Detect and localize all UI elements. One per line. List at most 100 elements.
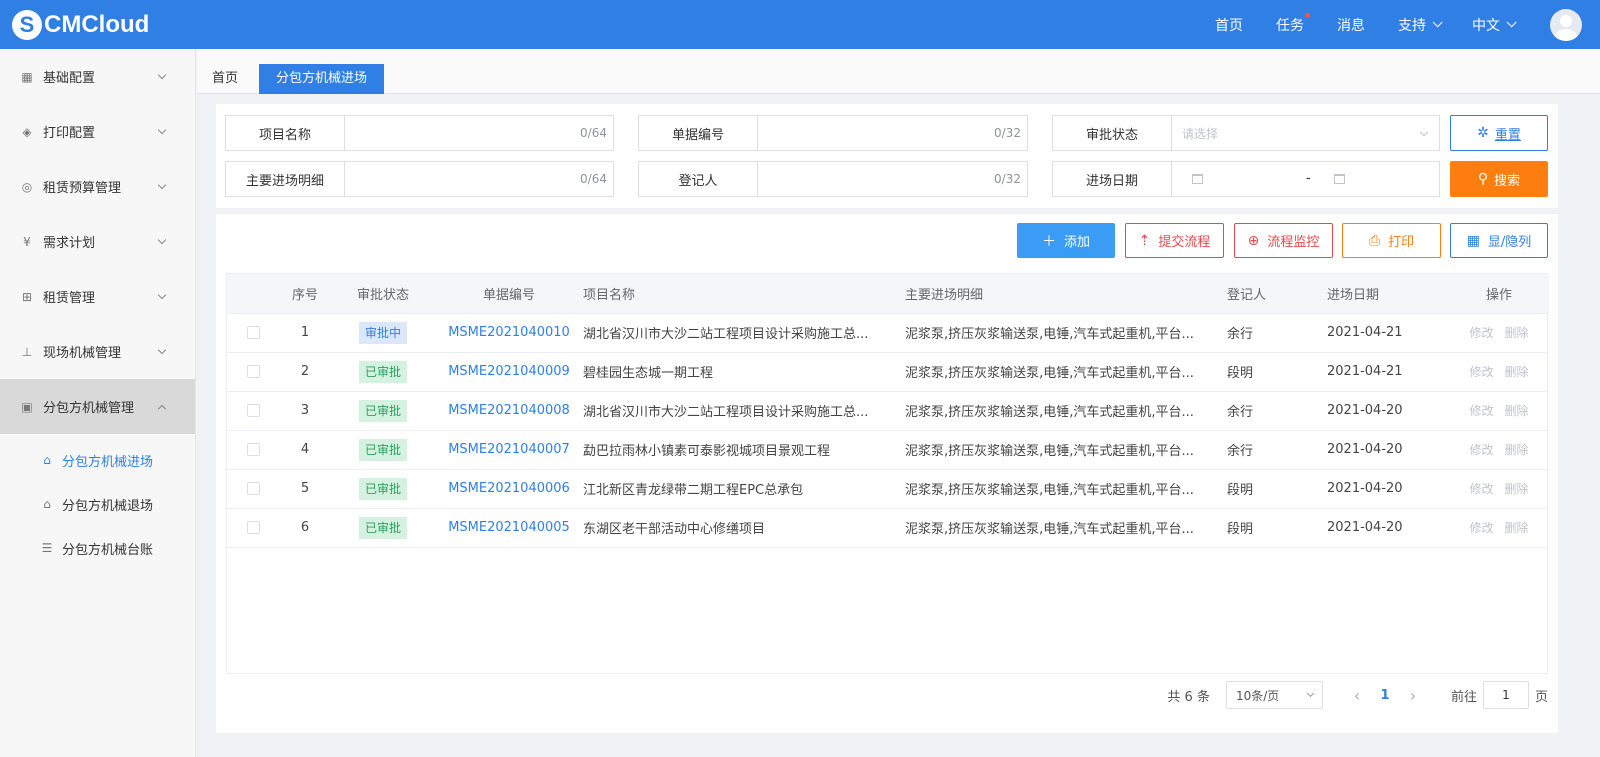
row-registrant: 余行: [1227, 391, 1327, 431]
nav-language[interactable]: 中文: [1472, 15, 1517, 35]
row-date: 2021-04-20: [1327, 430, 1449, 470]
table-row: 3 已审批 MSME2021040008 湖北省汉川市大沙二站工程项目设计采购施工总.…: [227, 391, 1549, 431]
table-row: 1 审批中 MSME2021040010 湖北省汉川市大沙二站工程项目设计采购施工总.…: [227, 313, 1549, 353]
header-detail: 主要进场明细: [905, 274, 1227, 314]
flow-monitor-button[interactable]: ⊕ 流程监控: [1234, 223, 1333, 258]
registrant-label: 登记人: [639, 162, 758, 196]
delete-button[interactable]: 删除: [1505, 404, 1529, 418]
sidebar-subitem-entry[interactable]: ⌂ 分包方机械进场: [0, 438, 195, 482]
doc-no-input[interactable]: 0/32: [758, 116, 1027, 150]
chevron-down-icon: [1506, 17, 1517, 28]
delete-button[interactable]: 删除: [1505, 521, 1529, 535]
tab-home[interactable]: 首页: [212, 64, 238, 94]
project-name-input[interactable]: 0/64: [345, 116, 613, 150]
nav-tasks[interactable]: 任务: [1276, 12, 1310, 35]
doc-no-link[interactable]: MSME2021040008: [448, 403, 570, 418]
delete-button[interactable]: 删除: [1505, 326, 1529, 340]
edit-button[interactable]: 修改: [1469, 365, 1493, 379]
total-count: 共 6 条: [1167, 689, 1210, 705]
submit-flow-button[interactable]: ⇡ 提交流程: [1125, 223, 1224, 258]
sidebar-item-label: 租赁预算管理: [43, 181, 122, 196]
row-checkbox[interactable]: [246, 443, 260, 456]
doc-no-link[interactable]: MSME2021040005: [448, 520, 570, 535]
row-checkbox[interactable]: [246, 404, 260, 417]
logo[interactable]: S CMCloud: [12, 9, 150, 40]
header-date: 进场日期: [1327, 274, 1449, 314]
header-select: [227, 274, 279, 314]
edit-button[interactable]: 修改: [1469, 482, 1493, 496]
logo-text: CMCloud: [44, 10, 150, 38]
doc-no-link[interactable]: MSME2021040009: [448, 364, 570, 379]
row-detail: 泥浆泵,挤压灰浆输送泵,电锤,汽车式起重机,平台...: [905, 313, 1227, 353]
row-checkbox[interactable]: [246, 521, 260, 534]
registrant-input[interactable]: 0/32: [758, 162, 1027, 196]
delete-button[interactable]: 删除: [1505, 482, 1529, 496]
sidebar-subitem-ledger[interactable]: ☰ 分包方机械台账: [0, 526, 195, 570]
sidebar: ▦ 基础配置 ◈ 打印配置 ◎ 租赁预算管理 ¥ 需求计划 ⊞ 租赁管理 ⊥ 现…: [0, 49, 196, 757]
edit-button[interactable]: 修改: [1469, 404, 1493, 418]
sidebar-item-lease-budget[interactable]: ◎ 租赁预算管理: [0, 159, 195, 214]
page-size-select[interactable]: 10条/页: [1225, 681, 1323, 709]
prev-page-button[interactable]: ‹: [1347, 686, 1367, 705]
avatar[interactable]: [1550, 8, 1582, 41]
sidebar-item-site-machinery[interactable]: ⊥ 现场机械管理: [0, 324, 195, 379]
row-doc-cell: MSME2021040008: [435, 391, 583, 431]
row-checkbox[interactable]: [246, 482, 260, 495]
tabs-bar: 首页 分包方机械进场: [197, 49, 1600, 94]
delete-button[interactable]: 删除: [1505, 443, 1529, 457]
row-checkbox-cell: [227, 508, 279, 548]
edit-button[interactable]: 修改: [1469, 326, 1493, 340]
toggle-columns-button[interactable]: ▦ 显/隐列: [1450, 223, 1548, 258]
loading-icon: ✲: [1477, 125, 1489, 141]
add-button[interactable]: ＋ 添加: [1017, 223, 1115, 258]
edit-button[interactable]: 修改: [1469, 443, 1493, 457]
row-doc-cell: MSME2021040009: [435, 352, 583, 392]
filter-panel: 项目名称 0/64 单据编号 0/32 审批状态 请选择 ✲ 重置 主要进场明细…: [216, 104, 1558, 208]
sidebar-item-subcontractor-machinery[interactable]: ▣ 分包方机械管理: [0, 379, 195, 434]
sidebar-subitem-exit[interactable]: ⌂ 分包方机械退场: [0, 482, 195, 526]
entry-date-range[interactable]: -: [1172, 162, 1439, 196]
submit-flow-label: 提交流程: [1158, 235, 1211, 250]
delete-button[interactable]: 删除: [1505, 365, 1529, 379]
machine-icon: ▣: [21, 399, 33, 414]
table-header-row: 序号 审批状态 单据编号 项目名称 主要进场明细 登记人 进场日期 操作: [227, 274, 1549, 314]
search-button[interactable]: ⚲ 搜索: [1450, 161, 1548, 197]
doc-no-link[interactable]: MSME2021040006: [448, 481, 570, 496]
coins-icon: ◎: [21, 179, 33, 194]
sidebar-item-demand-plan[interactable]: ¥ 需求计划: [0, 214, 195, 269]
nav-messages[interactable]: 消息: [1337, 15, 1365, 35]
row-checkbox[interactable]: [246, 326, 260, 339]
row-checkbox[interactable]: [246, 365, 260, 378]
print-button[interactable]: ⎙ 打印: [1342, 223, 1441, 258]
row-actions: 修改 删除: [1449, 391, 1549, 431]
sidebar-subitem-label: 分包方机械进场: [62, 454, 154, 470]
row-project: 勐巴拉雨林小镇素可泰影视城项目景观工程: [583, 430, 905, 470]
row-actions: 修改 删除: [1449, 430, 1549, 470]
nav-home[interactable]: 首页: [1215, 15, 1243, 35]
row-registrant: 余行: [1227, 313, 1327, 353]
doc-no-link[interactable]: MSME2021040010: [448, 325, 570, 340]
goto-page-input[interactable]: 1: [1482, 681, 1529, 709]
row-project: 东湖区老干部活动中心修缮项目: [583, 508, 905, 548]
doc-no-link[interactable]: MSME2021040007: [448, 442, 570, 457]
sidebar-item-lease-mgmt[interactable]: ⊞ 租赁管理: [0, 269, 195, 324]
sidebar-item-print-config[interactable]: ◈ 打印配置: [0, 104, 195, 159]
page-number[interactable]: 1: [1367, 688, 1403, 703]
approval-status-field: 审批状态 请选择: [1052, 115, 1440, 151]
row-no: 4: [279, 430, 331, 470]
sidebar-item-basic-config[interactable]: ▦ 基础配置: [0, 49, 195, 104]
next-page-button[interactable]: ›: [1403, 686, 1423, 705]
main-detail-input[interactable]: 0/64: [345, 162, 613, 196]
approval-status-select[interactable]: 请选择: [1172, 116, 1439, 150]
status-badge: 已审批: [358, 360, 407, 383]
sidebar-subitem-label: 分包方机械台账: [62, 542, 154, 558]
pagination: 共 6 条 10条/页 ‹ 1 › 前往 1 页: [1167, 680, 1548, 710]
reset-button[interactable]: ✲ 重置: [1450, 115, 1548, 151]
nav-support[interactable]: 支持: [1398, 15, 1443, 35]
row-registrant: 余行: [1227, 430, 1327, 470]
row-actions: 修改 删除: [1449, 313, 1549, 353]
tab-current[interactable]: 分包方机械进场: [259, 64, 384, 94]
machine-entry-icon: ⌂: [43, 453, 51, 467]
calendar-icon: [1334, 174, 1345, 184]
edit-button[interactable]: 修改: [1469, 521, 1493, 535]
